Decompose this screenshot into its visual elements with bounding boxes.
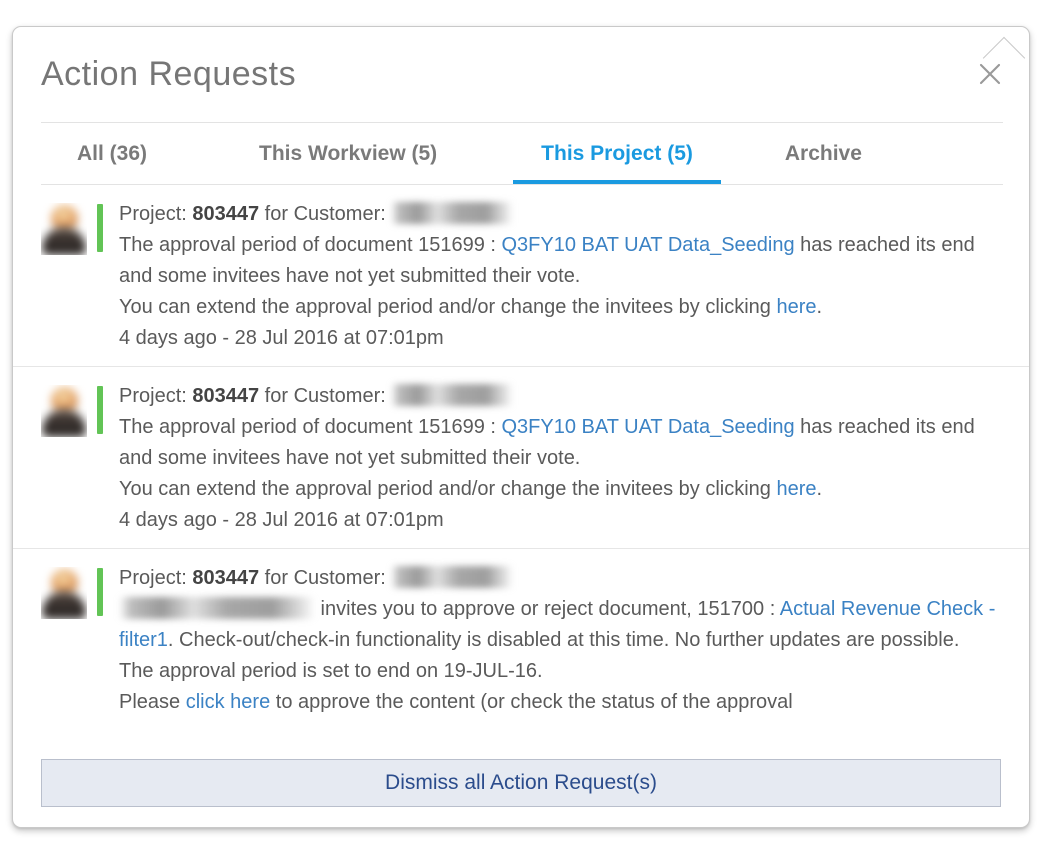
popover-caret — [977, 29, 1029, 59]
dismiss-all-label: Dismiss all Action Request(s) — [385, 771, 657, 794]
list-item[interactable]: Project: 803447 for Customer: The approv… — [13, 366, 1029, 548]
document-link[interactable]: Q3FY10 BAT UAT Data_Seeding — [501, 416, 794, 438]
message-line3-post: . — [816, 296, 823, 318]
status-accent-bar — [97, 568, 103, 616]
message-line4-post: to approve the content (or check the sta… — [270, 691, 793, 713]
action-request-message: Project: 803447 for Customer: invites yo… — [119, 563, 1003, 718]
customer-label: for Customer: — [259, 567, 392, 589]
status-accent-bar — [97, 204, 103, 252]
close-icon[interactable] — [973, 57, 1007, 91]
customer-name-redacted — [391, 566, 514, 588]
message-line3-pre: You can extend the approval period and/o… — [119, 296, 777, 318]
message-line2-pre: The approval period of document 151699 : — [119, 234, 502, 256]
action-request-message: Project: 803447 for Customer: The approv… — [119, 381, 1003, 536]
project-id: 803447 — [192, 567, 260, 589]
sender-name-redacted — [119, 597, 315, 619]
tab-this-workview[interactable]: This Workview (5) — [231, 123, 465, 185]
action-requests-popover: Action Requests All (36) This Workview (… — [12, 26, 1030, 828]
avatar — [41, 385, 87, 437]
screen: Action Requests All (36) This Workview (… — [0, 0, 1044, 851]
project-prefix: Project: — [119, 203, 193, 225]
message-line3: The approval period is set to end on 19-… — [119, 660, 543, 682]
click-here-link[interactable]: click here — [186, 691, 270, 713]
message-line4-pre: Please — [119, 691, 186, 713]
message-line2-pre: invites you to approve or reject documen… — [315, 598, 780, 620]
customer-name-redacted — [391, 384, 514, 406]
tab-this-project[interactable]: This Project (5) — [513, 123, 721, 185]
project-prefix: Project: — [119, 385, 193, 407]
list-item[interactable]: Project: 803447 for Customer: invites yo… — [13, 548, 1029, 730]
here-link[interactable]: here — [776, 478, 816, 500]
customer-label: for Customer: — [259, 385, 392, 407]
customer-name-redacted — [391, 202, 514, 224]
timestamp: 4 days ago - 28 Jul 2016 at 07:01pm — [119, 509, 444, 531]
avatar — [41, 203, 87, 255]
project-prefix: Project: — [119, 567, 193, 589]
message-line2-pre: The approval period of document 151699 : — [119, 416, 502, 438]
status-accent-bar — [97, 386, 103, 434]
tab-bar: All (36) This Workview (5) This Project … — [41, 123, 1003, 185]
message-line3-pre: You can extend the approval period and/o… — [119, 478, 777, 500]
avatar — [41, 567, 87, 619]
timestamp: 4 days ago - 28 Jul 2016 at 07:01pm — [119, 327, 444, 349]
dismiss-all-button[interactable]: Dismiss all Action Request(s) — [41, 759, 1001, 807]
tab-archive[interactable]: Archive — [757, 123, 890, 185]
page-title: Action Requests — [41, 55, 297, 93]
list-item[interactable]: Project: 803447 for Customer: The approv… — [13, 185, 1029, 366]
message-line2-post: . Check-out/check-in functionality is di… — [167, 629, 960, 651]
message-line3-post: . — [816, 478, 823, 500]
here-link[interactable]: here — [776, 296, 816, 318]
action-request-list: Project: 803447 for Customer: The approv… — [13, 185, 1029, 827]
customer-label: for Customer: — [259, 203, 392, 225]
project-id: 803447 — [192, 385, 260, 407]
document-link[interactable]: Q3FY10 BAT UAT Data_Seeding — [501, 234, 794, 256]
project-id: 803447 — [192, 203, 260, 225]
tab-all[interactable]: All (36) — [49, 123, 175, 185]
action-request-message: Project: 803447 for Customer: The approv… — [119, 199, 1003, 354]
